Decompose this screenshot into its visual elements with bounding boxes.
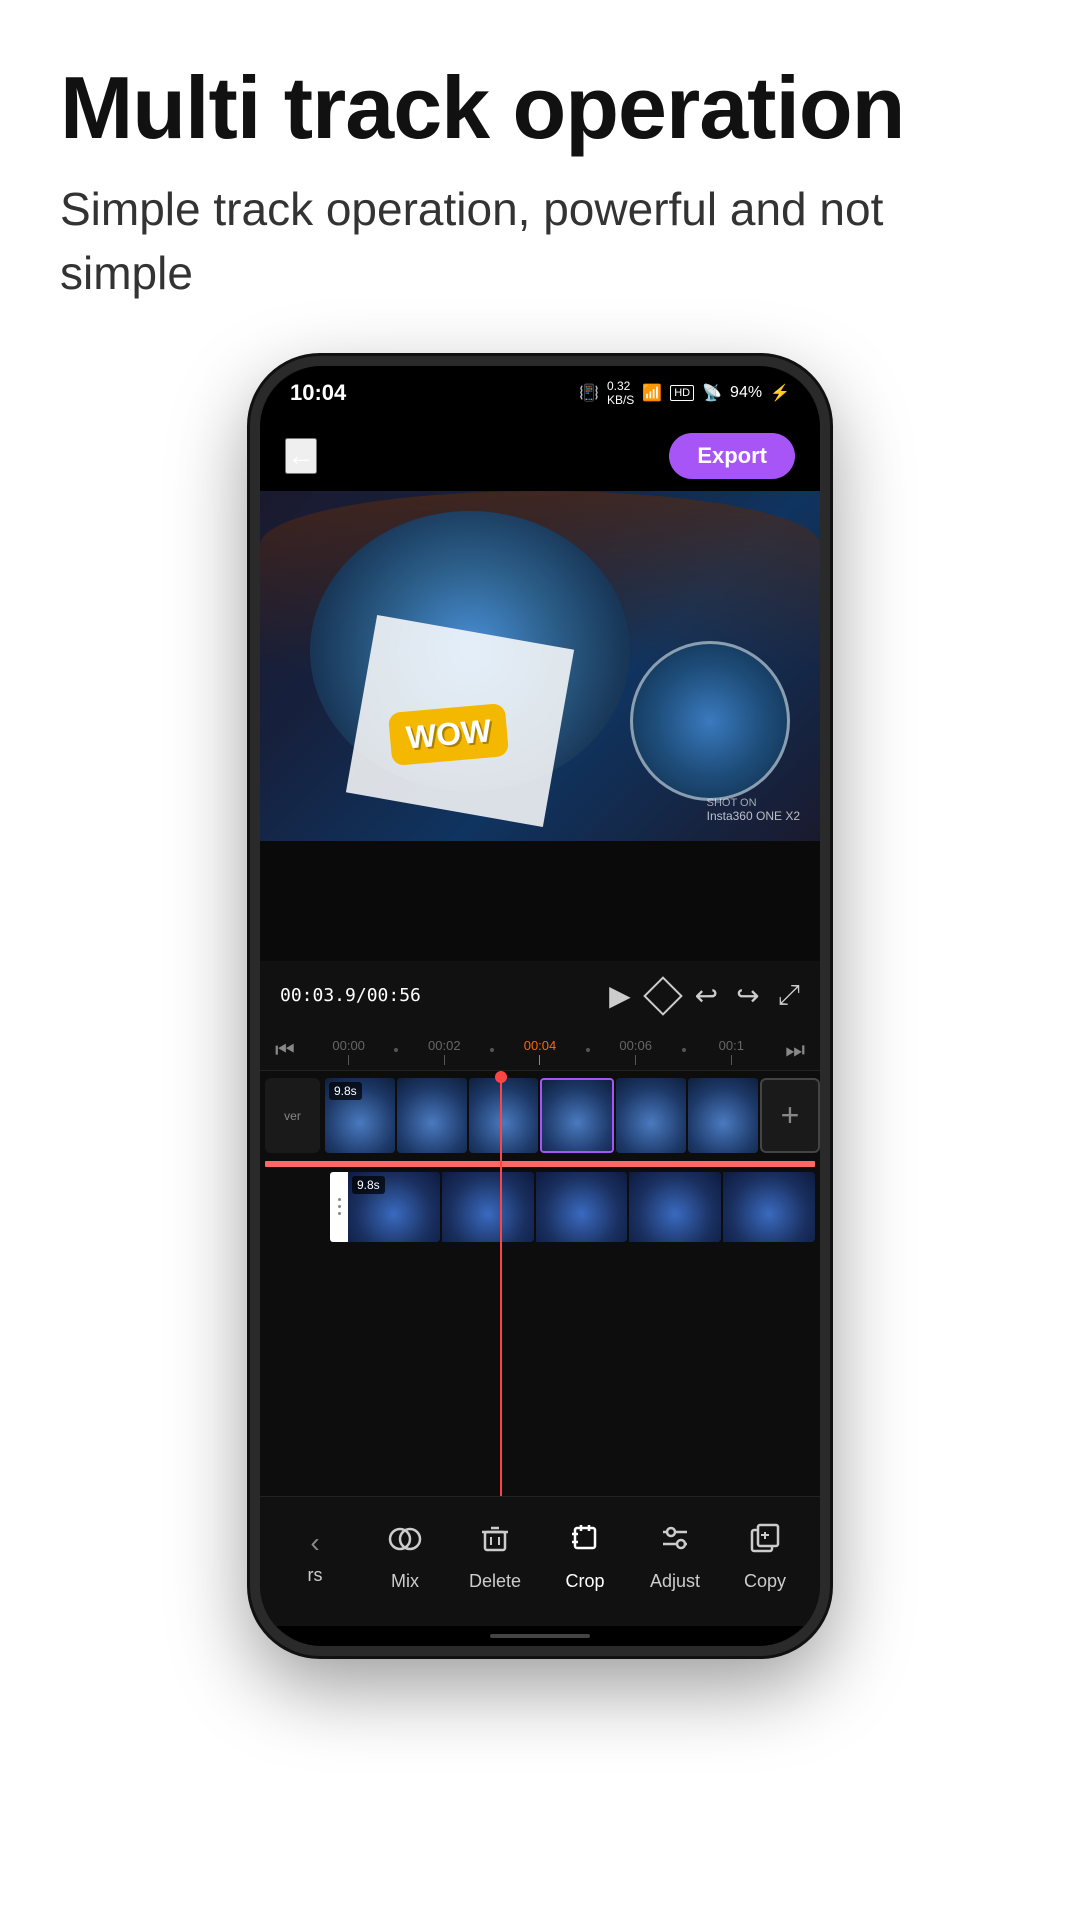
clip-duration-badge: 9.8s (329, 1082, 362, 1100)
data-speed: 0.32KB/S (607, 379, 634, 407)
clip-1-2[interactable] (397, 1078, 467, 1153)
add-clip-button[interactable]: + (760, 1078, 820, 1153)
keyframe-button[interactable] (643, 976, 683, 1016)
ruler-mark-4: 00:1 (686, 1038, 778, 1065)
delete-icon (477, 1520, 513, 1565)
clip-1-6[interactable] (688, 1078, 758, 1153)
home-bar (490, 1634, 590, 1638)
clip-2-3[interactable] (536, 1172, 628, 1242)
watermark-brand: Insta360 ONE X2 (707, 809, 800, 823)
video-preview: WOW SHOT ON Insta360 ONE X2 (260, 491, 820, 841)
watermark-shot: SHOT ON (707, 797, 800, 809)
undo-button[interactable]: ↩ (695, 979, 718, 1012)
toolbar-item-back[interactable]: ‹ rs (270, 1527, 360, 1586)
page-title: Multi track operation (60, 60, 1020, 157)
export-button[interactable]: Export (669, 433, 795, 479)
ruler-mark-1: 00:02 (398, 1038, 490, 1065)
back-button[interactable]: ← (285, 438, 317, 474)
back-partial-icon: ‹ (310, 1527, 319, 1559)
ruler-marks: 00:00 00:02 00:04 00:06 (303, 1035, 777, 1065)
wow-text: WOW (405, 712, 493, 755)
battery-icon: ⚡ (770, 383, 790, 403)
clip-1-4[interactable] (540, 1078, 614, 1153)
ruler-mark-3: 00:06 (590, 1038, 682, 1065)
clip-2-1[interactable]: 9.8s (348, 1172, 440, 1242)
ruler-mark-0: 00:00 (303, 1038, 395, 1065)
track-1-clips: 9.8s (325, 1078, 758, 1153)
hd-icon: HD (670, 385, 694, 401)
clip-2-5[interactable] (723, 1172, 815, 1242)
app-header: ← Export (260, 421, 820, 491)
mix-icon (387, 1521, 423, 1565)
phone-wrapper: 10:04 📳 0.32KB/S 📶 HD 📡 94% ⚡ ← Export (0, 356, 1080, 1656)
clip-1-5[interactable] (616, 1078, 686, 1153)
crop-icon (567, 1520, 603, 1565)
clip-1-3[interactable] (469, 1078, 539, 1153)
ruler-start-button[interactable]: ⏮ (275, 1037, 295, 1063)
track-row-1: ver 9.8s + (260, 1071, 820, 1161)
status-time: 10:04 (290, 380, 346, 406)
toolbar-copy-label: Copy (744, 1571, 786, 1592)
wifi-icon: 📶 (642, 383, 662, 403)
play-button[interactable]: ▶ (609, 979, 631, 1012)
page-subtitle: Simple track operation, powerful and not… (60, 177, 1020, 306)
track2-handle[interactable] (330, 1172, 348, 1242)
time-ruler: ⏮ 00:00 00:02 00:04 (260, 1031, 820, 1071)
clip-2-2[interactable] (442, 1172, 534, 1242)
phone-inner: 10:04 📳 0.32KB/S 📶 HD 📡 94% ⚡ ← Export (260, 366, 820, 1646)
ruler-end-button[interactable]: ⏭ (785, 1037, 805, 1063)
track-2-clips: 9.8s (348, 1172, 815, 1242)
battery-level: 94% (730, 384, 762, 402)
toolbar-item-copy[interactable]: Copy (720, 1520, 810, 1592)
toolbar-back-label: rs (308, 1565, 323, 1586)
dark-middle (260, 841, 820, 961)
toolbar-item-delete[interactable]: Delete (450, 1520, 540, 1592)
clip-1-1[interactable]: 9.8s (325, 1078, 395, 1153)
toolbar-delete-label: Delete (469, 1571, 521, 1592)
timeline-controls: 00:03.9/00:56 ▶ ↩ ↪ ⤢ (260, 961, 820, 1031)
time-display: 00:03.9/00:56 (280, 985, 421, 1006)
track-cover-label: ver (265, 1078, 320, 1153)
hero-section: Multi track operation Simple track opera… (0, 0, 1080, 336)
status-bar: 10:04 📳 0.32KB/S 📶 HD 📡 94% ⚡ (260, 366, 820, 421)
toolbar-item-crop[interactable]: Crop (540, 1520, 630, 1592)
wow-sticker: WOW (388, 703, 509, 766)
track-row-2: 9.8s (260, 1167, 820, 1247)
toolbar-mix-label: Mix (391, 1571, 419, 1592)
copy-icon (747, 1520, 783, 1565)
fisheye-small (630, 641, 790, 801)
bottom-toolbar: ‹ rs Mix (260, 1496, 820, 1626)
signal-icon: 📡 (702, 383, 722, 403)
toolbar-crop-label: Crop (565, 1571, 604, 1592)
toolbar-item-mix[interactable]: Mix (360, 1521, 450, 1592)
clip2-duration-badge: 9.8s (352, 1176, 385, 1194)
watermark: SHOT ON Insta360 ONE X2 (707, 797, 800, 823)
ruler-mark-2: 00:04 (494, 1038, 586, 1065)
toolbar-adjust-label: Adjust (650, 1571, 700, 1592)
adjust-icon (657, 1520, 693, 1565)
home-indicator (260, 1626, 820, 1646)
clip-2-4[interactable] (629, 1172, 721, 1242)
status-icons: 📳 0.32KB/S 📶 HD 📡 94% ⚡ (579, 379, 790, 407)
redo-button[interactable]: ↪ (736, 979, 759, 1012)
video-background: WOW SHOT ON Insta360 ONE X2 (260, 491, 820, 841)
phone-frame: 10:04 📳 0.32KB/S 📶 HD 📡 94% ⚡ ← Export (250, 356, 830, 1656)
fullscreen-button[interactable]: ⤢ (778, 979, 800, 1012)
vibrate-icon: 📳 (579, 383, 599, 403)
playback-controls: ▶ ↩ ↪ ⤢ (609, 979, 800, 1012)
track-area: ver 9.8s + (260, 1071, 820, 1496)
toolbar-item-adjust[interactable]: Adjust (630, 1520, 720, 1592)
playhead (500, 1071, 502, 1496)
